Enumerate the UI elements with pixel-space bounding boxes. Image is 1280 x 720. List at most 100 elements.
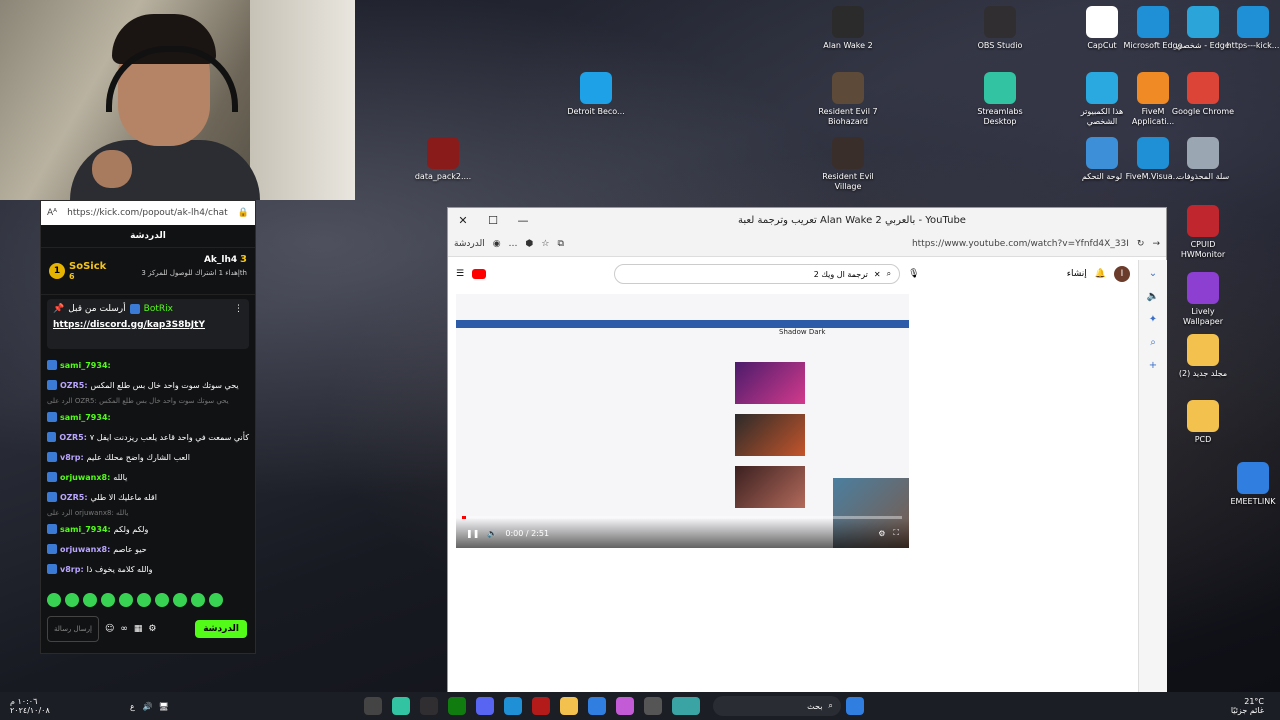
create-button[interactable]: إنشاء: [1067, 269, 1087, 279]
video-player[interactable]: Shadow Dark ❚❚ 🔊 0:00 / 2:51 ⚙ ⛶: [456, 294, 909, 548]
chevron-down-icon[interactable]: ⌄: [1149, 268, 1157, 279]
epic-games-icon[interactable]: [363, 697, 382, 715]
clock-time[interactable]: ١٠:٠٦ م: [10, 697, 130, 706]
streamlabs-icon[interactable]: [391, 697, 410, 715]
extensions-icon[interactable]: ⬢: [526, 239, 534, 249]
desktop-icon[interactable]: Alan Wake 2: [816, 6, 880, 51]
chat-popout-window[interactable]: Aᴬ https://kick.com/popout/ak-lh4/chat 🔒…: [40, 200, 256, 654]
desktop-icon[interactable]: Google Chrome: [1171, 72, 1235, 117]
file-explorer-icon[interactable]: [559, 697, 578, 715]
chat-username[interactable]: orjuwanx8:: [60, 545, 110, 554]
desktop-icon[interactable]: Resident Evil Village: [816, 137, 880, 192]
chat-input[interactable]: إرسال رسالة: [47, 616, 99, 642]
chat-message[interactable]: orjuwanx8: يالله: [41, 467, 255, 487]
settings-icon[interactable]: ⚙: [148, 624, 156, 634]
chat-url-bar[interactable]: Aᴬ https://kick.com/popout/ak-lh4/chat 🔒: [41, 201, 255, 225]
reader-icon[interactable]: Aᴬ: [47, 208, 57, 218]
minimize-icon[interactable]: —: [508, 214, 538, 227]
desktop-icon[interactable]: EMEETLINK: [1221, 462, 1280, 507]
search-icon[interactable]: ⌕: [887, 269, 891, 279]
copilot-icon[interactable]: [615, 697, 634, 715]
avatar[interactable]: I: [1114, 266, 1130, 282]
chat-message[interactable]: sami_7934:: [41, 355, 255, 375]
volume-icon[interactable]: 🔊: [487, 529, 497, 538]
chat-username[interactable]: OZR5:: [59, 433, 87, 442]
maximize-icon[interactable]: ☐: [478, 214, 508, 227]
forward-icon[interactable]: →: [1152, 239, 1160, 249]
emote-icon[interactable]: [119, 593, 133, 607]
emote-icon[interactable]: [47, 593, 61, 607]
chat-message[interactable]: sami_7934:: [41, 407, 255, 427]
link-icon[interactable]: ∞: [120, 624, 128, 634]
chat-username[interactable]: v8rp:: [60, 453, 84, 462]
desktop-icon[interactable]: data_pack2....: [411, 137, 475, 182]
desktop-icon[interactable]: Detroit Beco...: [564, 72, 628, 117]
app-icon[interactable]: [643, 697, 662, 715]
mic-icon[interactable]: 🎙: [908, 269, 919, 279]
store-icon[interactable]: ▦: [134, 624, 143, 634]
tab-label[interactable]: الدردشة: [454, 239, 485, 249]
copilot-icon[interactable]: ◉: [493, 239, 501, 249]
send-chat-button[interactable]: الدردشة: [195, 620, 247, 638]
chat-message[interactable]: orjuwanx8: حيو عاصم: [41, 539, 255, 559]
chat-username[interactable]: sami_7934:: [60, 413, 111, 422]
pin-icon[interactable]: 📌: [53, 304, 64, 314]
menu-icon[interactable]: ☰: [456, 269, 464, 279]
desktop-icon[interactable]: Resident Evil 7 Biohazard: [816, 72, 880, 127]
chat-username[interactable]: OZR5:: [60, 493, 88, 502]
desktop-icon[interactable]: سلة المحذوفات: [1171, 137, 1235, 182]
more-icon[interactable]: …: [509, 239, 518, 249]
settings-icon[interactable]: ⚙: [878, 529, 885, 538]
fullscreen-icon[interactable]: ⛶: [893, 528, 899, 538]
network-icon[interactable]: 🖥: [159, 702, 169, 711]
app-icon[interactable]: [531, 697, 550, 715]
favorites-icon[interactable]: ☆: [541, 239, 549, 249]
widget-icon[interactable]: [671, 697, 700, 715]
youtube-logo[interactable]: [472, 269, 487, 279]
desktop-icon[interactable]: OBS Studio: [968, 6, 1032, 51]
chat-message[interactable]: v8rp: والله كلامة يخوف ذا: [41, 559, 255, 579]
obs-icon[interactable]: [419, 697, 438, 715]
clock-date[interactable]: ٢٠٢٤/١٠/٠٨: [10, 706, 130, 715]
chat-username[interactable]: sami_7934:: [60, 361, 111, 370]
xbox-icon[interactable]: [447, 697, 466, 715]
desktop-icon[interactable]: PCD: [1171, 400, 1235, 445]
windows-start-icon[interactable]: [845, 697, 864, 715]
edge-icon[interactable]: [503, 697, 522, 715]
desktop-icon[interactable]: Streamlabs Desktop: [968, 72, 1032, 127]
copilot-icon[interactable]: ✦: [1149, 314, 1157, 325]
emote-icon[interactable]: [83, 593, 97, 607]
desktop-icon[interactable]: مجلد جديد (2): [1171, 334, 1235, 379]
leaderboard-entry[interactable]: Ak_lh4 3 إهداء 1 اشتراك للوصول للمركز 3t…: [141, 254, 247, 288]
store-icon[interactable]: [587, 697, 606, 715]
browser-window[interactable]: ✕ ☐ — تعريب وترجمة لعبة Alan Wake 2 بالع…: [447, 207, 1167, 701]
emote-icon[interactable]: [101, 593, 115, 607]
chat-username[interactable]: v8rp:: [60, 565, 84, 574]
desktop-icon[interactable]: CPUID HWMonitor: [1171, 205, 1235, 260]
taskbar-search[interactable]: بحث ⌕: [712, 696, 841, 716]
emote-icon[interactable]: [137, 593, 151, 607]
collections-icon[interactable]: ⧉: [557, 239, 563, 249]
chat-username[interactable]: orjuwanx8:: [60, 473, 110, 482]
chat-username[interactable]: OZR5:: [60, 381, 88, 390]
speaker-icon[interactable]: 🔈: [1147, 291, 1159, 302]
chat-message[interactable]: OZR5: كأني سمعت في واحد قاعد يلعب ريزدنت …: [41, 427, 255, 447]
weather-desc[interactable]: غائم جزئيًا: [1231, 706, 1264, 715]
desktop-icon[interactable]: https---kick...: [1221, 6, 1280, 51]
close-icon[interactable]: ✕: [448, 214, 478, 227]
emote-icon[interactable]: [65, 593, 79, 607]
search-icon[interactable]: ⌕: [1150, 337, 1156, 348]
refresh-icon[interactable]: ↻: [1137, 239, 1145, 249]
language-indicator[interactable]: ع: [130, 702, 135, 711]
chat-message[interactable]: sami_7934: ولكم ولكم: [41, 519, 255, 539]
more-options-icon[interactable]: ⋮: [234, 304, 243, 314]
emote-icon[interactable]: [173, 593, 187, 607]
pinned-message[interactable]: 📌 أرسلت من قبل BotRix ⋮ https://discord.…: [47, 299, 249, 349]
emote-icon[interactable]: [191, 593, 205, 607]
chat-username[interactable]: sami_7934:: [60, 525, 111, 534]
emote-icon[interactable]: [155, 593, 169, 607]
discord-icon[interactable]: [475, 697, 494, 715]
emote-icon[interactable]: [209, 593, 223, 607]
search-input[interactable]: ترجمة ال ويك 2 ✕ ⌕: [614, 264, 901, 284]
desktop-icon[interactable]: Lively Wallpaper: [1171, 272, 1235, 327]
